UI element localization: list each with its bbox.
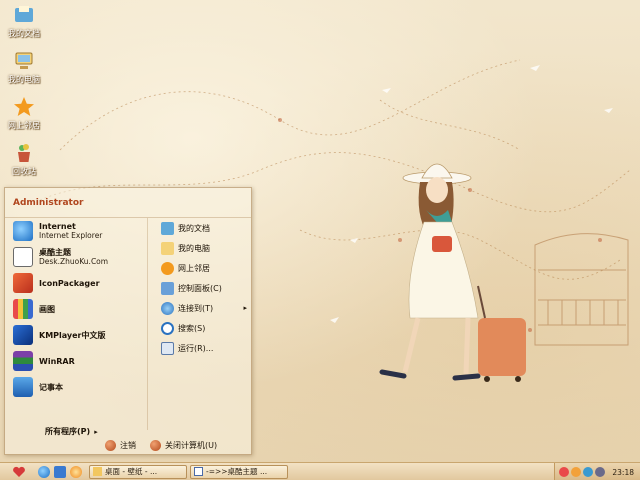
desktop: 我的文档 我的电脑 网上邻居 回收站 Administrator Interne… bbox=[0, 0, 640, 462]
place-control-panel[interactable]: 控制面板(C) bbox=[157, 278, 251, 298]
all-programs-label: 所有程序(P) bbox=[45, 427, 91, 436]
place-label: 我的电脑 bbox=[178, 243, 210, 253]
desktop-icon-label: 回收站 bbox=[12, 167, 36, 176]
place-run[interactable]: 运行(R)... bbox=[157, 338, 251, 358]
program-winrar[interactable]: WinRAR bbox=[5, 348, 147, 374]
control-panel-icon bbox=[161, 281, 174, 295]
internet-explorer-icon bbox=[13, 221, 33, 241]
program-title: 记事本 bbox=[39, 382, 63, 392]
logoff-icon bbox=[105, 440, 116, 451]
system-tray: 23:18 bbox=[554, 463, 640, 480]
program-internet-explorer[interactable]: Internet Internet Explorer bbox=[5, 218, 147, 244]
zhuoku-theme-icon bbox=[13, 247, 33, 267]
logoff-button[interactable]: 注销 bbox=[105, 440, 136, 451]
place-network-places[interactable]: 网上邻居 bbox=[157, 258, 251, 278]
internet-explorer-icon[interactable] bbox=[38, 465, 50, 478]
submenu-arrow-icon: ▸ bbox=[243, 304, 247, 312]
desktop-icon-my-documents[interactable]: 我的文档 bbox=[1, 4, 47, 39]
program-paint[interactable]: 画图 bbox=[5, 296, 147, 322]
recycle-bin-icon bbox=[18, 144, 30, 162]
search-icon bbox=[161, 321, 174, 335]
start-menu-places: 我的文档 我的电脑 网上邻居 控制面板(C) 连接到(T) ▸ 搜索(S) 运行… bbox=[157, 218, 251, 430]
taskbar-task-desktop-wallpaper[interactable]: 桌面 - 壁纸 - ... bbox=[89, 464, 187, 479]
window-icon bbox=[194, 467, 203, 476]
program-title: IconPackager bbox=[39, 278, 100, 288]
place-label: 网上邻居 bbox=[178, 263, 210, 273]
notepad-icon bbox=[13, 377, 33, 397]
place-label: 我的文档 bbox=[178, 223, 210, 233]
connect-to-icon bbox=[161, 301, 174, 315]
place-label: 运行(R)... bbox=[178, 343, 214, 353]
desktop-icon-label: 我的文档 bbox=[8, 29, 40, 38]
start-menu: Administrator Internet Internet Explorer … bbox=[4, 187, 252, 455]
desktop-icon-label: 网上邻居 bbox=[8, 121, 40, 130]
shutdown-label: 关闭计算机(U) bbox=[165, 441, 218, 450]
show-desktop-icon[interactable] bbox=[54, 465, 66, 478]
place-search[interactable]: 搜索(S) bbox=[157, 318, 251, 338]
heart-icon bbox=[13, 466, 25, 477]
program-title: 桌酷主题 bbox=[39, 248, 71, 257]
paint-icon bbox=[13, 299, 33, 319]
place-connect-to[interactable]: 连接到(T) ▸ bbox=[157, 298, 251, 318]
start-menu-footer: 注销 关闭计算机(U) bbox=[105, 440, 217, 451]
desktop-icon-my-computer[interactable]: 我的电脑 bbox=[1, 50, 47, 85]
desktop-icon-network-places[interactable]: 网上邻居 bbox=[1, 96, 47, 131]
place-label: 控制面板(C) bbox=[178, 283, 222, 293]
iconpackager-icon bbox=[13, 273, 33, 293]
folder-icon bbox=[93, 467, 102, 476]
desktop-icon-recycle-bin[interactable]: 回收站 bbox=[1, 142, 47, 177]
volume-icon[interactable] bbox=[595, 467, 605, 477]
program-notepad[interactable]: 记事本 bbox=[5, 374, 147, 400]
program-title: 画图 bbox=[39, 304, 55, 314]
taskbar-task-zhuoku-theme[interactable]: -=>>桌酷主题 ... bbox=[190, 464, 288, 479]
tray-icon[interactable] bbox=[559, 467, 569, 477]
media-player-icon[interactable] bbox=[70, 465, 82, 478]
tray-icon[interactable] bbox=[571, 467, 581, 477]
start-button[interactable] bbox=[0, 463, 38, 480]
program-iconpackager[interactable]: IconPackager bbox=[5, 270, 147, 296]
my-documents-icon bbox=[161, 221, 174, 235]
power-icon bbox=[150, 440, 161, 451]
program-kmplayer[interactable]: KMPlayer中文版 bbox=[5, 322, 147, 348]
tray-icon[interactable] bbox=[583, 467, 593, 477]
program-zhuoku-theme[interactable]: 桌酷主题 Desk.ZhuoKu.Com bbox=[5, 244, 147, 270]
clock[interactable]: 23:18 bbox=[612, 468, 634, 477]
place-my-computer[interactable]: 我的电脑 bbox=[157, 238, 251, 258]
start-menu-user-name: Administrator bbox=[5, 188, 251, 218]
taskbar: 桌面 - 壁纸 - ... -=>>桌酷主题 ... 23:18 bbox=[0, 462, 640, 480]
place-my-documents[interactable]: 我的文档 bbox=[157, 218, 251, 238]
program-title: KMPlayer中文版 bbox=[39, 330, 106, 340]
my-computer-icon bbox=[15, 52, 33, 69]
place-label: 搜索(S) bbox=[178, 323, 206, 333]
chevron-right-icon: ▸ bbox=[94, 428, 98, 436]
task-label: 桌面 - 壁纸 - ... bbox=[105, 467, 158, 476]
kmplayer-icon bbox=[13, 325, 33, 345]
shutdown-button[interactable]: 关闭计算机(U) bbox=[150, 440, 217, 451]
all-programs-button[interactable]: 所有程序(P) ▸ bbox=[45, 426, 98, 437]
task-label: -=>>桌酷主题 ... bbox=[206, 467, 268, 476]
desktop-icon-label: 我的电脑 bbox=[8, 75, 40, 84]
program-subtitle: Internet Explorer bbox=[39, 231, 103, 240]
place-label: 连接到(T) bbox=[178, 303, 214, 313]
logoff-label: 注销 bbox=[120, 441, 136, 450]
program-title: WinRAR bbox=[39, 356, 75, 366]
my-documents-icon bbox=[15, 6, 33, 22]
program-subtitle: Desk.ZhuoKu.Com bbox=[39, 257, 109, 266]
start-menu-pinned-programs: Internet Internet Explorer 桌酷主题 Desk.ZhuoK… bbox=[5, 218, 148, 430]
program-title: Internet bbox=[39, 222, 76, 231]
my-computer-icon bbox=[161, 241, 174, 255]
network-places-icon bbox=[14, 97, 34, 116]
run-icon bbox=[161, 341, 174, 355]
network-places-icon bbox=[161, 261, 174, 275]
winrar-icon bbox=[13, 351, 33, 371]
